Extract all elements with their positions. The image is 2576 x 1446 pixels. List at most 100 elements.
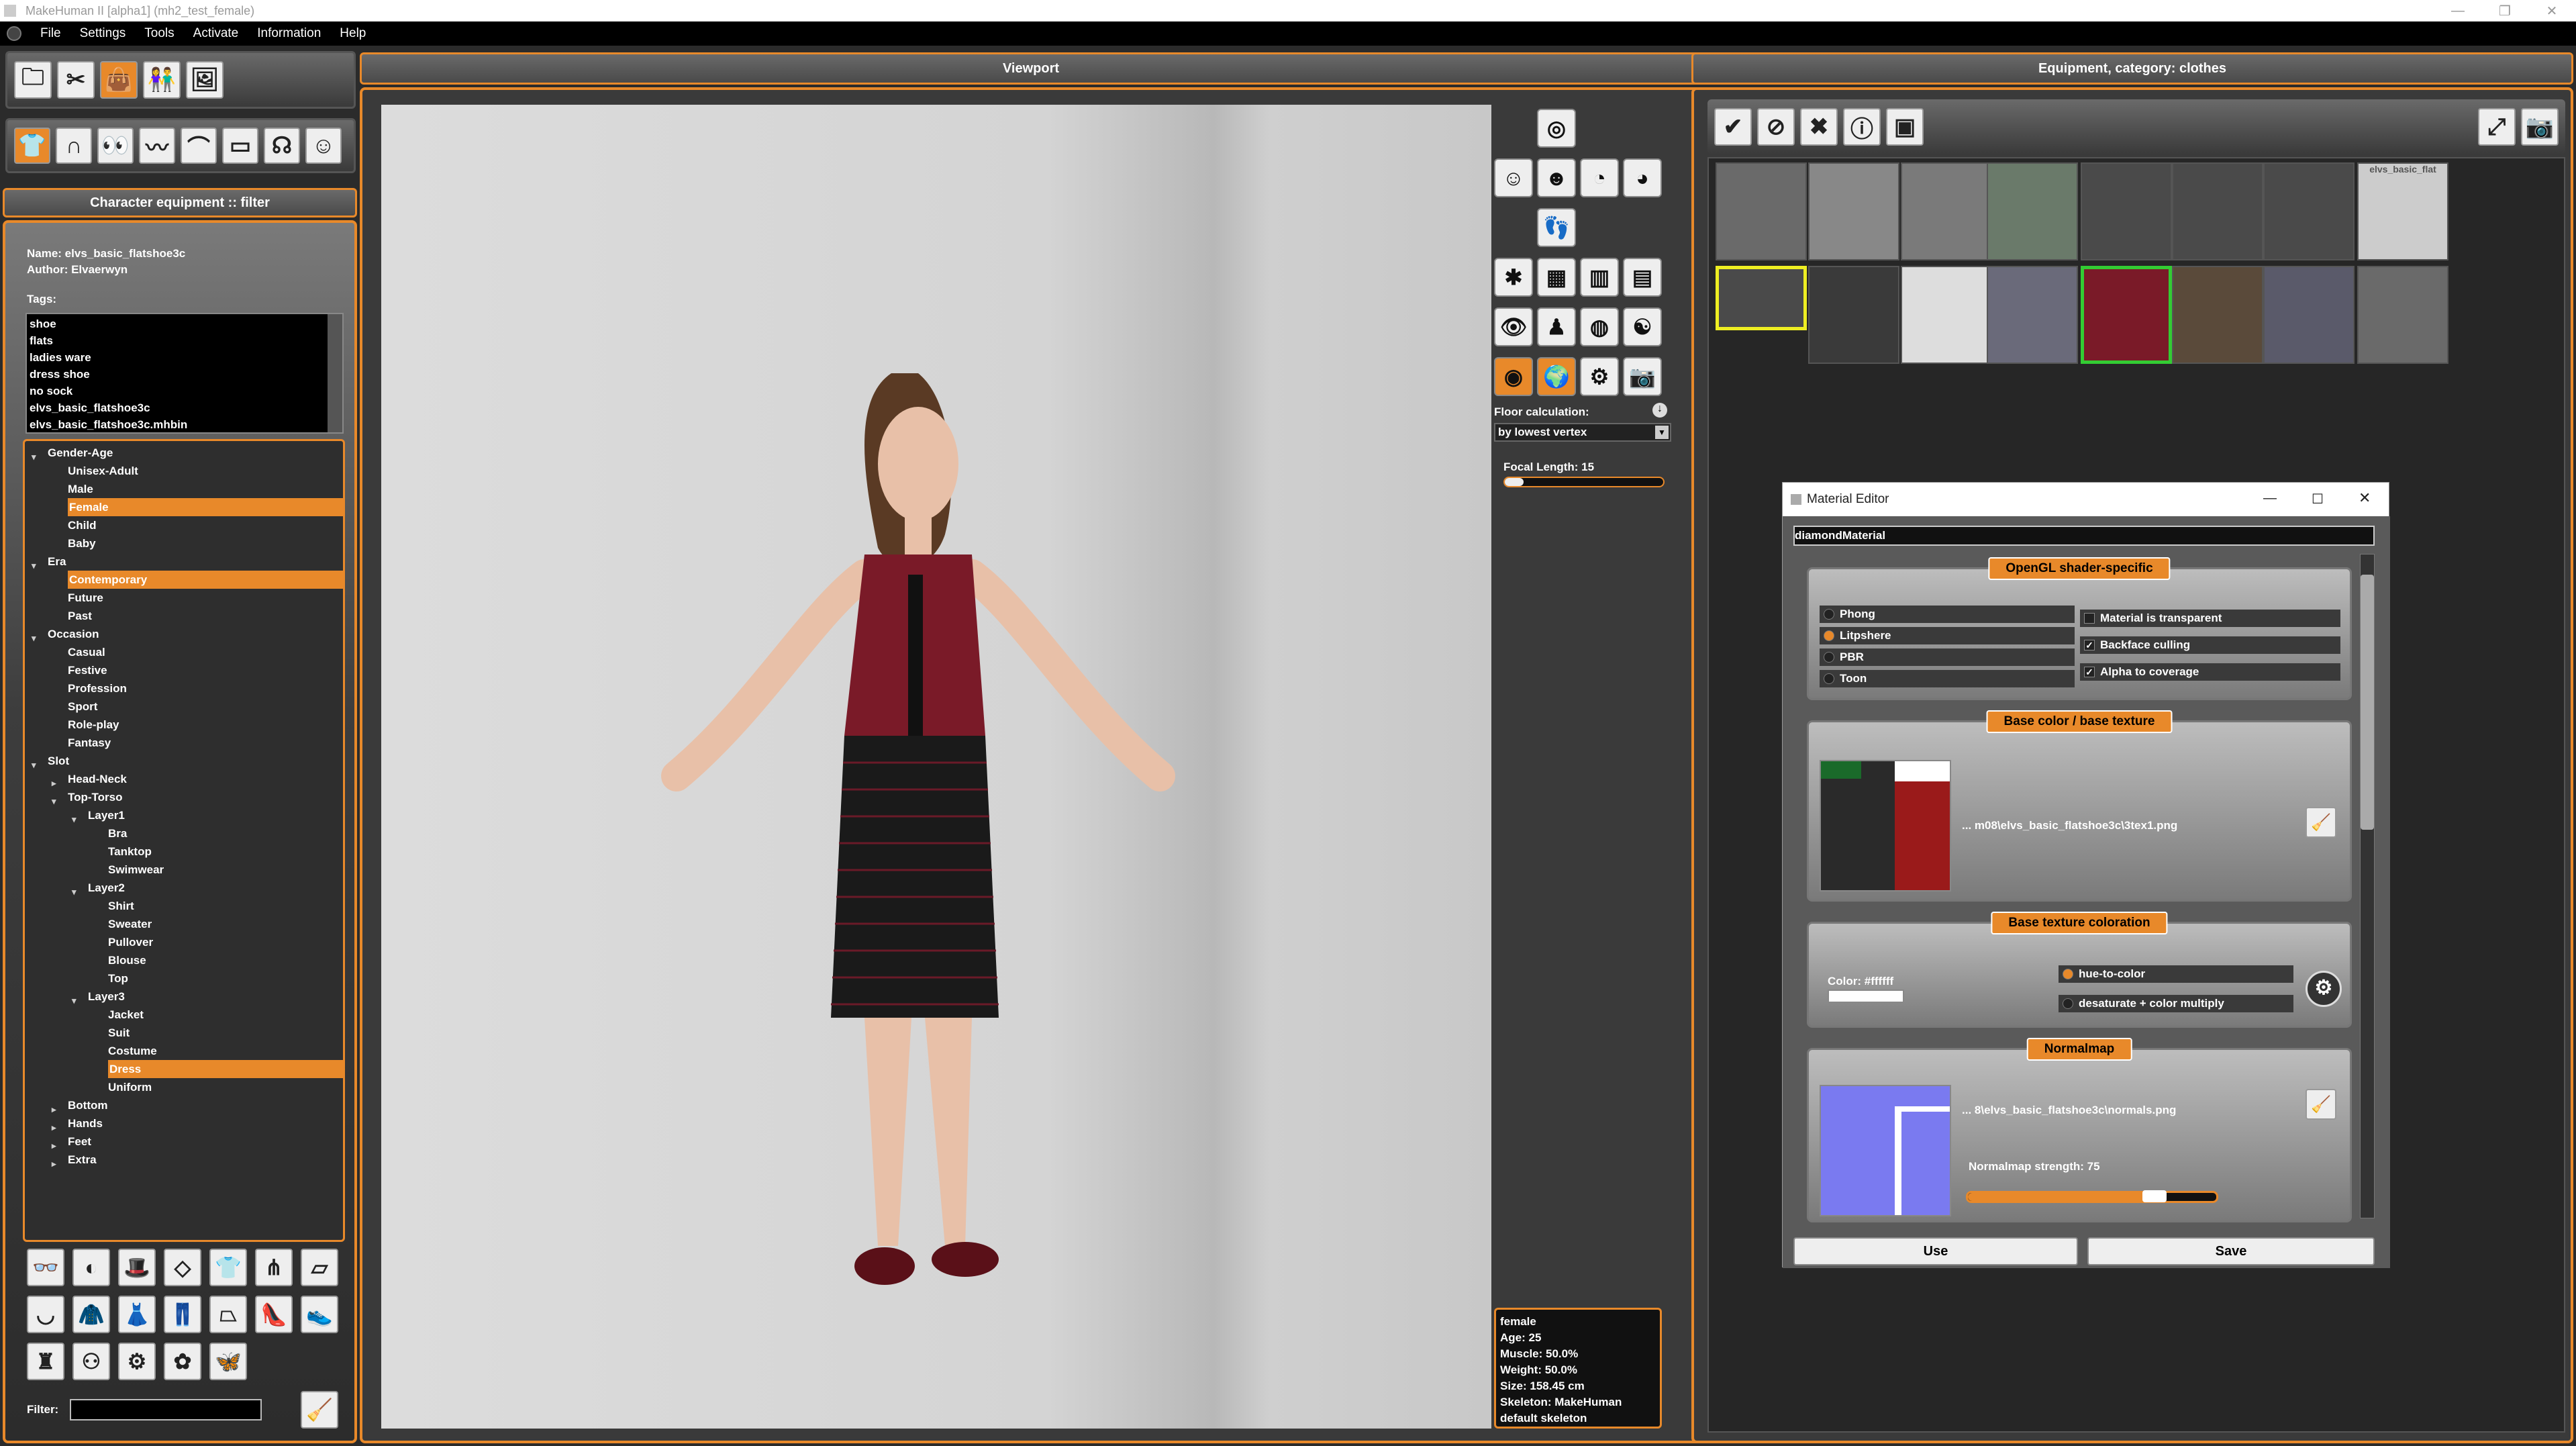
tree-item[interactable]: Male [25,480,343,498]
equipment-thumb-selected-shoe[interactable] [1716,266,1807,330]
settings-gear-icon[interactable]: ⚙ [1580,357,1619,396]
filter-input[interactable] [70,1399,262,1420]
material-icon[interactable]: ▣ [1886,108,1924,146]
tree-item[interactable]: ▾ Slot [25,752,343,770]
tree-item[interactable]: ▸ Hands [25,1114,343,1132]
equipment-thumb[interactable] [2081,162,2172,260]
menu-tools[interactable]: Tools [135,26,183,41]
uniform-icon[interactable]: ⚇ [72,1343,110,1380]
floor-icon[interactable]: ◉ [1494,357,1533,396]
remove-icon[interactable]: ✖ [1800,108,1838,146]
texture-icon[interactable]: ◍ [1580,307,1619,346]
clear-texture-icon[interactable]: 🧹 [2306,807,2336,838]
menu-file[interactable]: File [31,26,70,41]
tree-item[interactable]: Bra [25,824,343,842]
equipment-thumb[interactable] [2263,266,2355,364]
front-view-icon[interactable]: ☺ [1494,158,1533,197]
minimize-icon[interactable]: — [2263,491,2277,506]
menu-help[interactable]: Help [330,26,375,41]
shader-phong-radio[interactable]: Phong [1820,606,2075,623]
tree-item[interactable]: Sweater [25,915,343,933]
skirt-icon[interactable]: ⏢ [209,1296,247,1333]
tree-item[interactable]: Pullover [25,933,343,951]
scrollbar-thumb[interactable] [2361,575,2374,830]
visibility-icon[interactable]: 👁 [1494,307,1533,346]
files-icon[interactable]: 🗀 [14,61,52,99]
bikini-icon[interactable]: ◡ [27,1296,64,1333]
render-icon[interactable]: 🖼 [186,61,224,99]
skeleton-icon[interactable]: ✱ [1494,258,1533,297]
restore-icon[interactable]: ❐ [2485,0,2525,21]
tree-item[interactable]: ▾ Gender-Age [25,444,343,462]
proxy-icon[interactable]: ☺ [305,128,342,164]
save-button[interactable]: Save [2087,1237,2375,1265]
color-picker-icon[interactable]: ⚙ [2306,971,2342,1007]
clear-normalmap-icon[interactable]: 🧹 [2306,1089,2336,1120]
hair-icon[interactable]: ∩ [56,128,92,164]
heels-icon[interactable]: 👠 [255,1296,293,1333]
tree-item[interactable]: Uniform [25,1078,343,1096]
eyes-icon[interactable]: 👀 [97,128,134,164]
equipment-thumb[interactable] [1901,266,1992,364]
tree-item[interactable]: Past [25,607,343,625]
editor-scrollbar[interactable] [2360,554,2375,1218]
maximize-icon[interactable]: ☐ [2312,491,2324,508]
camera-icon[interactable]: 📷 [1623,357,1662,396]
equipment-thumb[interactable] [2357,266,2448,364]
shader-pbr-radio[interactable]: PBR [1820,648,2075,666]
backface-culling-checkbox[interactable]: ✓ Backface culling [2080,636,2340,654]
menu-information[interactable]: Information [248,26,330,41]
hue-to-color-radio[interactable]: hue-to-color [2059,965,2293,983]
tree-item[interactable]: Role-play [25,716,343,734]
desaturate-radio[interactable]: desaturate + color multiply [2059,995,2293,1012]
eyelashes-icon[interactable]: ⌒ [181,128,217,164]
equipment-thumb-hanger[interactable]: elvs_basic_flat [2357,162,2448,260]
dress-icon[interactable]: 👗 [118,1296,156,1333]
chevron-right-icon[interactable]: ▸ [52,1155,56,1173]
tree-item[interactable]: Jacket [25,1006,343,1024]
sneaker-icon[interactable]: 👟 [301,1296,338,1333]
fantasy-icon[interactable]: ✿ [164,1343,201,1380]
tags-scrollbar[interactable] [328,314,342,432]
focal-length-slider[interactable] [1503,477,1665,487]
minimize-icon[interactable]: — [2438,0,2478,21]
tree-item[interactable]: Dress [25,1060,343,1078]
jacket-icon[interactable]: 🧥 [72,1296,110,1333]
mask-icon[interactable]: ◐ [72,1249,110,1286]
grid-icon[interactable]: ▦ [1537,258,1576,297]
equipment-thumb[interactable] [1716,162,1807,260]
costume-icon[interactable]: ♜ [27,1343,64,1380]
tree-item[interactable]: Profession [25,679,343,697]
tree-item[interactable]: Unisex-Adult [25,462,343,480]
tree-item[interactable]: ▾ Occasion [25,625,343,643]
clear-filter-icon[interactable]: 🧹 [301,1391,338,1429]
left-view-icon[interactable]: ◔ [1580,158,1619,197]
tree-item[interactable]: ▾ Layer1 [25,806,343,824]
fullscreen-icon[interactable]: ⤢ [2478,108,2516,146]
use-button[interactable]: Use [1793,1237,2078,1265]
necklace-icon[interactable]: ◇ [164,1249,201,1286]
clothes-icon[interactable]: 👕 [14,128,50,164]
menu-activate[interactable]: Activate [184,26,248,41]
equipment-thumb[interactable] [2263,162,2355,260]
shader-litsphere-radio[interactable]: Litpshere [1820,627,2075,644]
tree-item[interactable]: ▾ Layer2 [25,879,343,897]
glasses-icon[interactable]: 👓 [27,1249,64,1286]
equipment-thumb-selected-dress[interactable] [2081,266,2172,364]
wall-grid-icon[interactable]: ▥ [1580,258,1619,297]
tree-item[interactable]: Costume [25,1042,343,1060]
accessories-icon[interactable]: ⚙ [118,1343,156,1380]
floor-grid-icon[interactable]: ▤ [1623,258,1662,297]
pants-icon[interactable]: 👖 [164,1296,201,1333]
color-swatch[interactable] [1828,990,1904,1003]
wings-icon[interactable]: 🦋 [209,1343,247,1380]
menu-settings[interactable]: Settings [70,26,136,41]
tree-item[interactable]: Blouse [25,951,343,969]
transparent-checkbox[interactable]: Material is transparent [2080,610,2340,627]
tree-item[interactable]: Baby [25,534,343,552]
screenshot-icon[interactable]: 📷 [2521,108,2559,146]
check-icon[interactable]: ✔ [1714,108,1752,146]
floor-calc-help-icon[interactable]: ↓ [1652,403,1667,418]
equipment-thumb[interactable] [2172,162,2263,260]
tree-item[interactable]: Fantasy [25,734,343,752]
